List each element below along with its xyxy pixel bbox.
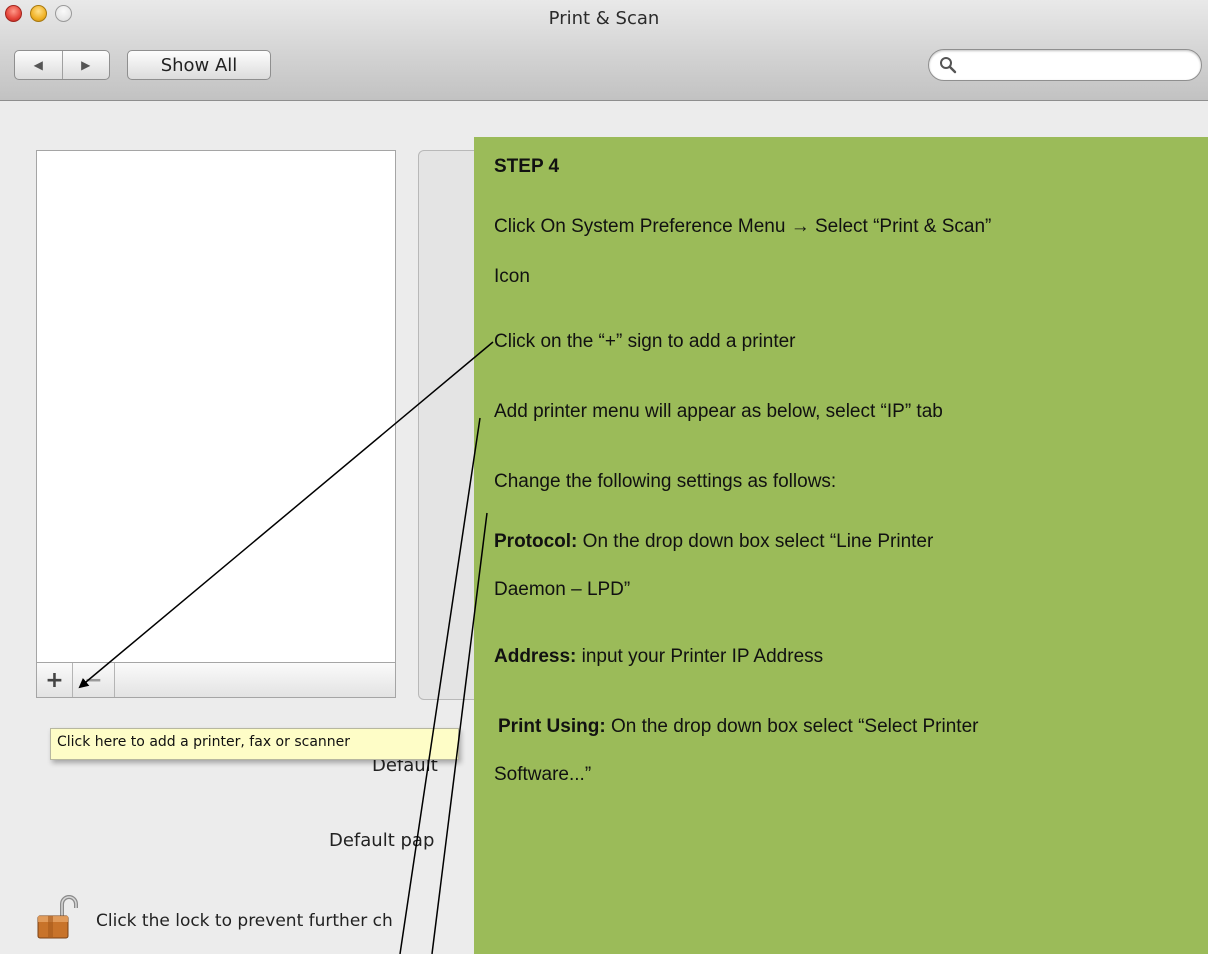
- forward-button[interactable]: ▶: [63, 51, 110, 79]
- protocol-line2: Daemon – LPD”: [494, 579, 631, 600]
- back-arrow-icon: ◀: [33, 58, 43, 72]
- step1-line1: Click On System Preference Menu → Select…: [494, 216, 992, 237]
- step1-line2: Icon: [494, 266, 530, 287]
- search-icon: [940, 57, 957, 74]
- address-text: input your Printer IP Address: [576, 646, 824, 667]
- window-title: Print & Scan: [548, 8, 660, 29]
- forward-arrow-icon: ▶: [81, 58, 91, 72]
- step4-text: Change the following settings as follows…: [494, 471, 837, 492]
- add-printer-button[interactable]: +: [37, 663, 73, 697]
- unlocked-lock-icon[interactable]: [36, 894, 84, 940]
- protocol-label: Protocol:: [494, 531, 578, 552]
- step2-text: Click on the “+” sign to add a printer: [494, 331, 796, 352]
- add-printer-tooltip: Click here to add a printer, fax or scan…: [50, 728, 459, 760]
- remove-printer-button[interactable]: −: [73, 663, 115, 697]
- print-using-label: Print Using:: [498, 716, 606, 737]
- search-input[interactable]: [961, 54, 1195, 78]
- default-paper-label: Default pap: [329, 830, 435, 851]
- address-label: Address:: [494, 646, 577, 667]
- show-all-button[interactable]: Show All: [127, 50, 271, 80]
- print-using-line1: Print Using: On the drop down box select…: [498, 713, 978, 740]
- minus-icon: −: [84, 667, 103, 693]
- back-button[interactable]: ◀: [15, 51, 63, 79]
- history-nav: ◀ ▶: [14, 50, 110, 80]
- step3-text: Add printer menu will appear as below, s…: [494, 401, 943, 422]
- print-using-line2: Software...”: [494, 764, 592, 785]
- protocol-line1: Protocol: On the drop down box select “L…: [494, 528, 933, 555]
- address-line: Address: input your Printer IP Address: [494, 643, 823, 670]
- search-field[interactable]: [928, 49, 1202, 81]
- step-title: STEP 4: [494, 156, 560, 177]
- printer-list[interactable]: [36, 150, 396, 663]
- printer-list-toolbar: + −: [36, 663, 396, 698]
- print-using-text: On the drop down box select “Select Prin…: [605, 716, 979, 737]
- instruction-overlay: STEP 4 Click On System Preference Menu →…: [474, 137, 1208, 954]
- protocol-text: On the drop down box select “Line Printe…: [577, 531, 934, 552]
- lock-instruction-text: Click the lock to prevent further ch: [96, 911, 393, 931]
- title-toolbar: Print & Scan ◀ ▶ Show All: [0, 0, 1208, 101]
- plus-icon: +: [45, 667, 64, 693]
